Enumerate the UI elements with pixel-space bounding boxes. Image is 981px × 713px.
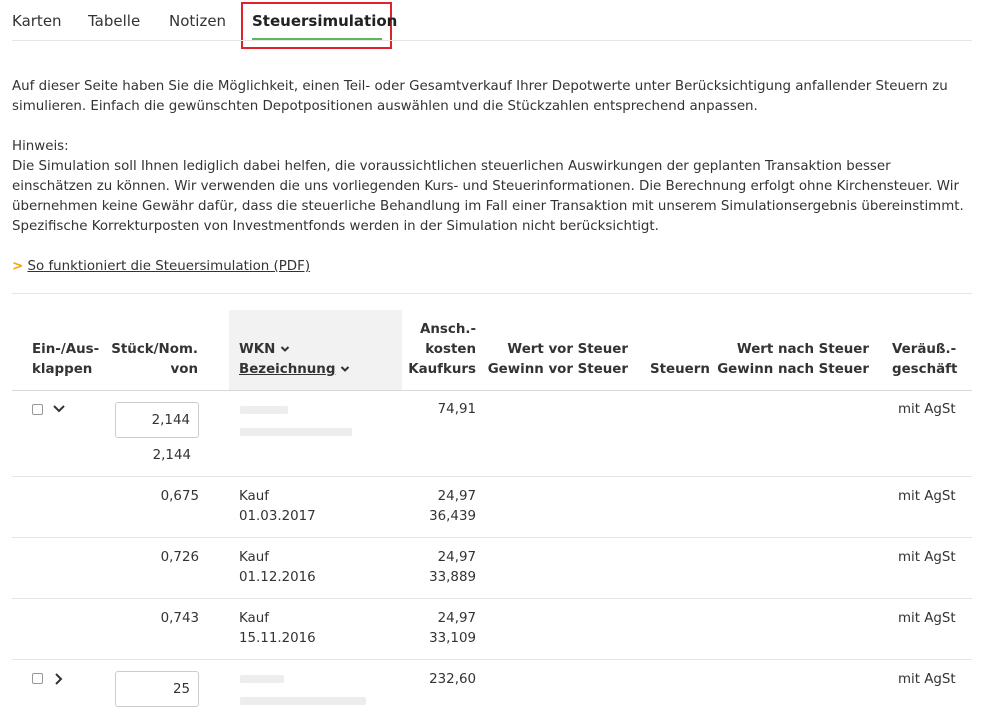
quantity-input[interactable] [115,402,199,438]
wkn-redacted [240,406,288,414]
header-value-line1: Wert vor Steuer [507,342,628,357]
cost-value: 232,60 [429,672,476,687]
header-sale-line1: Veräuß.- [892,342,957,357]
tab-karten[interactable]: Karten [12,12,62,30]
header-expand-line1: Ein-/Aus- [32,342,100,357]
sale-type: mit AgSt [898,550,956,565]
link-arrow-icon: > [12,259,24,274]
header-taxes: Steuern [650,362,710,377]
lot-rate: 33,889 [429,570,476,585]
header-after-line1: Wert nach Steuer [736,342,869,357]
quantity-total: 2,144 [152,448,191,463]
position-checkbox[interactable] [32,673,43,684]
header-after: Wert nach Steuer Gewinn nach Steuer [717,340,869,380]
intro-text: Auf dieser Seite haben Sie die Möglichke… [12,77,972,117]
quantity-input[interactable] [115,671,199,707]
sort-chevron-icon [340,365,350,373]
header-value: Wert vor Steuer Gewinn vor Steuer [488,340,628,380]
header-wkn-sort[interactable]: WKN [239,340,290,360]
lot-cost: 24,97 [437,611,476,626]
sale-type: mit AgSt [898,489,956,504]
lot-rate: 33,109 [429,631,476,646]
name-redacted [240,697,366,705]
header-sale-line2: geschäft [892,362,958,377]
lot-date: 01.12.2016 [239,570,316,585]
sale-type: mit AgSt [898,611,956,626]
intro-divider [12,293,972,294]
header-cost: Ansch.- kosten Kaufkurs [408,320,476,380]
wkn-redacted [240,675,284,683]
header-cost-line1: Ansch.- [420,322,476,337]
header-qty: Stück/Nom. von [111,340,198,380]
header-name-label: Bezeichnung [239,362,336,377]
header-qty-line2: von [170,362,198,377]
sale-type: mit AgSt [898,672,956,687]
pdf-help-link[interactable]: So funktioniert die Steuersimulation (PD… [28,259,311,274]
intro-paragraph: Auf dieser Seite haben Sie die Möglichke… [12,79,948,114]
header-name-sort[interactable]: Bezeichnung [239,360,350,380]
row-divider [12,537,972,538]
pdf-link-row: > So funktioniert die Steuersimulation (… [12,257,972,277]
chevron-right-icon[interactable] [54,672,64,686]
hint-text: Die Simulation soll Ihnen lediglich dabe… [12,157,972,237]
header-expand: Ein-/Aus- klappen [32,340,99,380]
tab-steuersimulation[interactable]: Steuersimulation [252,12,397,30]
header-cost-line2: kosten [425,342,476,357]
lot-quantity: 0,675 [160,489,199,504]
hint-paragraph: Die Simulation soll Ihnen lediglich dabe… [12,159,964,234]
lot-rate: 36,439 [429,509,476,524]
lot-date: 01.03.2017 [239,509,316,524]
lot-type: Kauf [239,489,269,504]
row-divider [12,659,972,660]
sort-chevron-icon [280,345,290,353]
header-sale: Veräuß.- geschäft [892,340,957,380]
row-divider [12,598,972,599]
header-expand-line2: klappen [32,362,93,377]
header-wkn-label: WKN [239,342,276,357]
header-divider [12,390,972,391]
hint-title: Hinweis: [12,139,69,154]
lot-type: Kauf [239,611,269,626]
header-value-line2: Gewinn vor Steuer [487,362,628,377]
tab-tabelle[interactable]: Tabelle [88,12,140,30]
lot-type: Kauf [239,550,269,565]
lot-cost: 24,97 [437,550,476,565]
name-redacted [240,428,352,436]
lot-quantity: 0,726 [160,550,199,565]
header-after-line2: Gewinn nach Steuer [717,362,869,377]
header-qty-line1: Stück/Nom. [111,342,198,357]
lot-quantity: 0,743 [160,611,199,626]
lot-date: 15.11.2016 [239,631,316,646]
row-divider [12,476,972,477]
position-checkbox[interactable] [32,404,43,415]
tabs-divider [12,40,972,41]
cost-value: 74,91 [437,402,476,417]
tab-notizen[interactable]: Notizen [169,12,226,30]
sale-type: mit AgSt [898,402,956,417]
header-cost-line3: Kaufkurs [408,362,476,377]
chevron-down-icon[interactable] [52,404,66,414]
lot-cost: 24,97 [437,489,476,504]
